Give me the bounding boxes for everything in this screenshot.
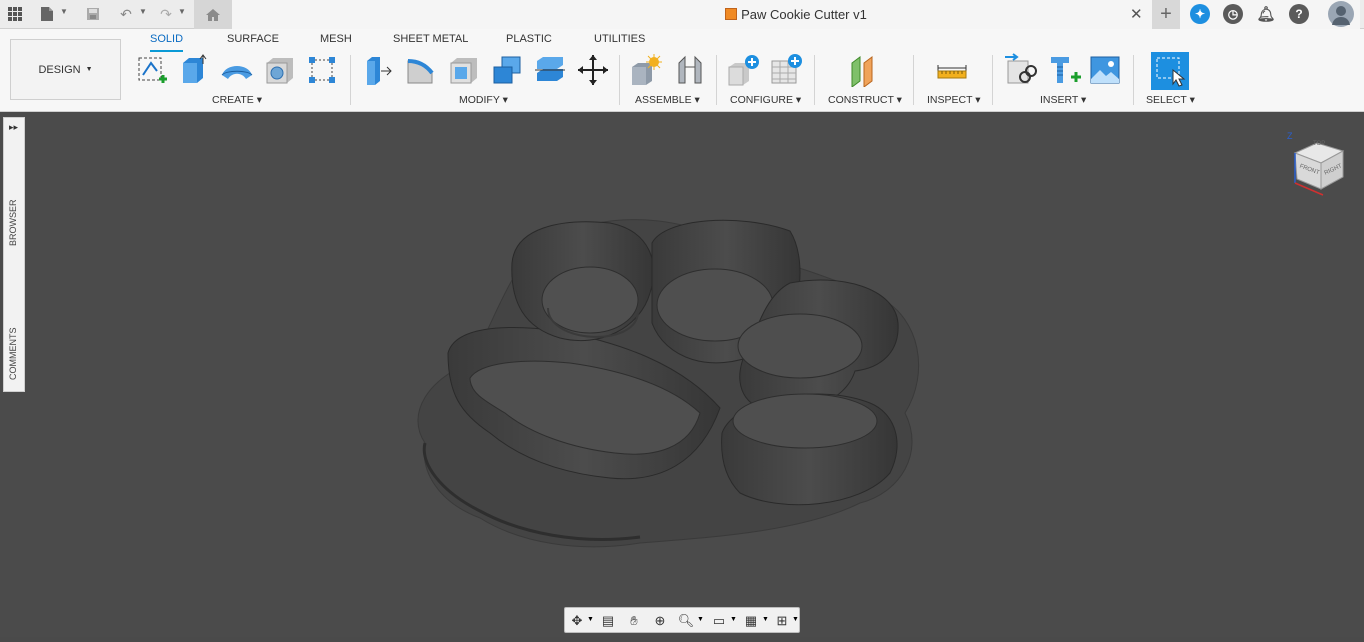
modify-menu[interactable]: MODIFY ▾	[459, 94, 508, 106]
view-cube[interactable]: Z TOP FRONT RIGHT	[1283, 131, 1349, 203]
home-icon	[206, 8, 220, 21]
zoom-caret-icon[interactable]: ▼	[697, 616, 704, 623]
extrude-icon[interactable]	[176, 52, 212, 88]
workspace-label: DESIGN	[38, 63, 81, 76]
divider	[1133, 55, 1134, 105]
insert-mcmaster-icon[interactable]	[1046, 52, 1082, 88]
new-component-icon[interactable]	[627, 52, 663, 88]
3d-viewport[interactable]: Z TOP FRONT RIGHT	[0, 113, 1364, 637]
orbit-caret-icon[interactable]: ▼	[587, 616, 594, 623]
expand-panel-icon[interactable]: ▸▸	[9, 122, 18, 133]
tab-utilities[interactable]: UTILITIES	[594, 32, 645, 52]
joint-icon[interactable]	[672, 52, 708, 88]
z-axis-label: Z	[1287, 131, 1293, 141]
paw-cookie-cutter-model	[417, 219, 920, 548]
pattern-icon[interactable]	[304, 52, 340, 88]
browser-tab[interactable]: BROWSER	[8, 199, 18, 246]
divider	[716, 55, 717, 105]
configure-menu[interactable]: CONFIGURE ▾	[730, 94, 801, 106]
viewports-caret-icon[interactable]: ▼	[792, 616, 799, 623]
navigation-bar: ✥ ▼ ▤ ✋︎ ⊕ 🔍︎ ▼ ▭ ▼ ▦ ▼ ⊞ ▼	[564, 607, 800, 633]
ribbon-toolbar: DESIGN ▼ SOLID SURFACE MESH SHEET METAL …	[0, 29, 1364, 112]
divider	[814, 55, 815, 105]
design-file-icon	[725, 8, 738, 20]
inspect-menu[interactable]: INSPECT ▾	[927, 94, 981, 106]
tab-sheet-metal[interactable]: SHEET METAL	[393, 32, 468, 52]
measure-icon[interactable]	[934, 52, 970, 88]
job-status-icon[interactable]: ◷	[1223, 4, 1243, 24]
insert-derive-icon[interactable]	[1002, 52, 1038, 88]
pan-hand-icon[interactable]: ✋︎	[624, 611, 644, 631]
workspace-caret-icon: ▼	[85, 66, 93, 73]
construct-menu[interactable]: CONSTRUCT ▾	[828, 94, 902, 106]
move-copy-icon[interactable]	[575, 52, 611, 88]
divider	[913, 55, 914, 105]
zoom-icon[interactable]: ⊕	[650, 611, 670, 631]
offset-plane-icon[interactable]	[845, 52, 881, 88]
configure-icon[interactable]	[726, 52, 762, 88]
notifications-bell-icon[interactable]: 🔔︎	[1256, 4, 1276, 24]
configuration-table-icon[interactable]	[769, 52, 805, 88]
orbit-icon[interactable]: ✥	[567, 611, 587, 631]
create-menu[interactable]: CREATE ▾	[212, 94, 262, 106]
undo-caret-icon[interactable]: ▼	[139, 7, 147, 16]
create-sketch-icon[interactable]	[134, 52, 170, 88]
shell-icon[interactable]	[446, 52, 482, 88]
extensions-icon[interactable]: ✦	[1190, 4, 1210, 24]
document-title-text: Paw Cookie Cutter v1	[741, 7, 867, 22]
revolve-icon[interactable]	[219, 52, 255, 88]
canvas-icon[interactable]	[1087, 52, 1123, 88]
grid-caret-icon[interactable]: ▼	[762, 616, 769, 623]
fit-zoom-icon[interactable]: 🔍︎	[676, 611, 696, 631]
assemble-menu[interactable]: ASSEMBLE ▾	[635, 94, 700, 106]
split-body-icon[interactable]	[532, 52, 568, 88]
divider	[350, 55, 351, 105]
home-tab[interactable]	[194, 0, 232, 29]
side-panel: ▸▸ BROWSER COMMENTS	[3, 117, 25, 392]
close-tab-icon[interactable]: ✕	[1130, 5, 1143, 23]
title-bar: ▼ ↶ ▼ ↷ ▼ Paw Cookie Cutter v1 ✕ + ✦ ◷ 🔔…	[0, 0, 1364, 29]
comments-tab[interactable]: COMMENTS	[8, 328, 18, 381]
fillet-icon[interactable]	[403, 52, 439, 88]
tab-solid[interactable]: SOLID	[150, 32, 184, 52]
save-icon[interactable]	[82, 4, 104, 24]
select-menu[interactable]: SELECT ▾	[1146, 94, 1195, 106]
tab-mesh[interactable]: MESH	[320, 32, 352, 52]
display-settings-icon[interactable]: ▭	[709, 611, 729, 631]
hole-icon[interactable]	[262, 52, 298, 88]
app-grid-icon[interactable]	[4, 4, 26, 24]
undo-icon[interactable]: ↶	[115, 4, 137, 24]
user-avatar[interactable]	[1328, 1, 1354, 27]
tab-plastic[interactable]: PLASTIC	[506, 32, 552, 52]
display-caret-icon[interactable]: ▼	[730, 616, 737, 623]
divider	[992, 55, 993, 105]
grid-settings-icon[interactable]: ▦	[741, 611, 761, 631]
redo-icon[interactable]: ↷	[155, 4, 177, 24]
select-icon[interactable]	[1151, 52, 1189, 90]
help-icon[interactable]: ?	[1289, 4, 1309, 24]
file-menu-caret-icon[interactable]: ▼	[60, 7, 68, 16]
view-cube-top-label: TOP	[1313, 141, 1326, 147]
divider	[619, 55, 620, 105]
press-pull-icon[interactable]	[360, 52, 396, 88]
insert-menu[interactable]: INSERT ▾	[1040, 94, 1086, 106]
combine-icon[interactable]	[489, 52, 525, 88]
viewports-icon[interactable]: ⊞	[772, 611, 792, 631]
workspace-switcher-button[interactable]: DESIGN ▼	[10, 39, 121, 100]
look-at-icon[interactable]: ▤	[598, 611, 618, 631]
file-icon[interactable]	[36, 4, 58, 24]
new-tab-button[interactable]: +	[1152, 0, 1180, 29]
redo-caret-icon[interactable]: ▼	[178, 7, 186, 16]
tab-surface[interactable]: SURFACE	[227, 32, 279, 52]
